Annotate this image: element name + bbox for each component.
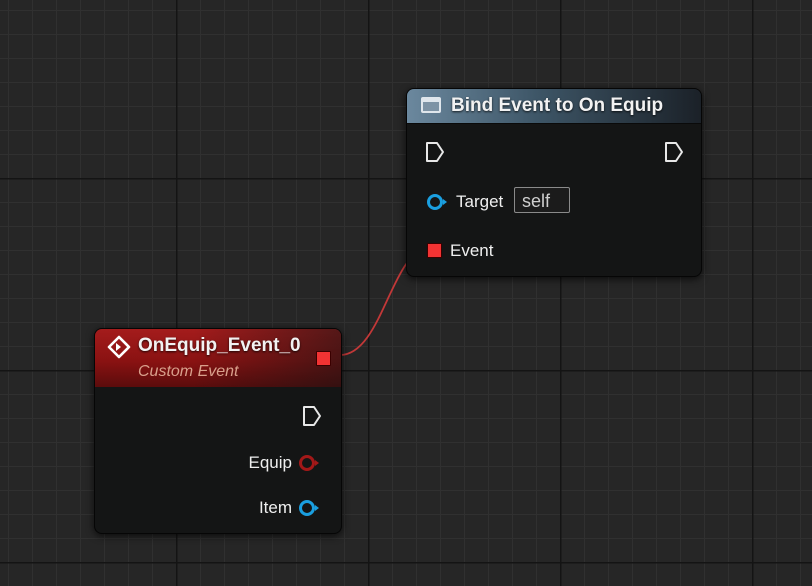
event-node-subtitle: Custom Event: [138, 363, 239, 380]
function-icon: [421, 97, 441, 113]
event-node-title: OnEquip_Event_0: [138, 335, 301, 356]
equip-pin[interactable]: [297, 454, 321, 472]
event-exec-out-pin[interactable]: [302, 405, 322, 427]
item-pin[interactable]: [297, 499, 321, 517]
blueprint-graph-canvas[interactable]: Bind Event to On Equip Target self Event…: [0, 0, 812, 586]
target-label: Target: [456, 192, 504, 211]
exec-in-pin[interactable]: [425, 141, 445, 163]
item-label: Item: [258, 498, 292, 517]
bind-node-title: Bind Event to On Equip: [451, 95, 664, 116]
event-node-header[interactable]: OnEquip_Event_0 Custom Event: [95, 329, 341, 387]
custom-event-node[interactable]: OnEquip_Event_0 Custom Event Equip Item: [94, 328, 342, 534]
exec-out-pin[interactable]: [664, 141, 684, 163]
event-output-delegate-pin[interactable]: [316, 351, 331, 366]
event-diamond-icon: [107, 335, 131, 359]
target-value-field[interactable]: self: [514, 187, 570, 213]
equip-label: Equip: [248, 453, 292, 472]
event-label: Event: [450, 241, 494, 260]
bind-event-node[interactable]: Bind Event to On Equip Target self Event: [406, 88, 702, 277]
bind-node-header[interactable]: Bind Event to On Equip: [407, 89, 701, 124]
event-delegate-pin[interactable]: [427, 243, 442, 258]
target-pin[interactable]: [425, 193, 449, 211]
